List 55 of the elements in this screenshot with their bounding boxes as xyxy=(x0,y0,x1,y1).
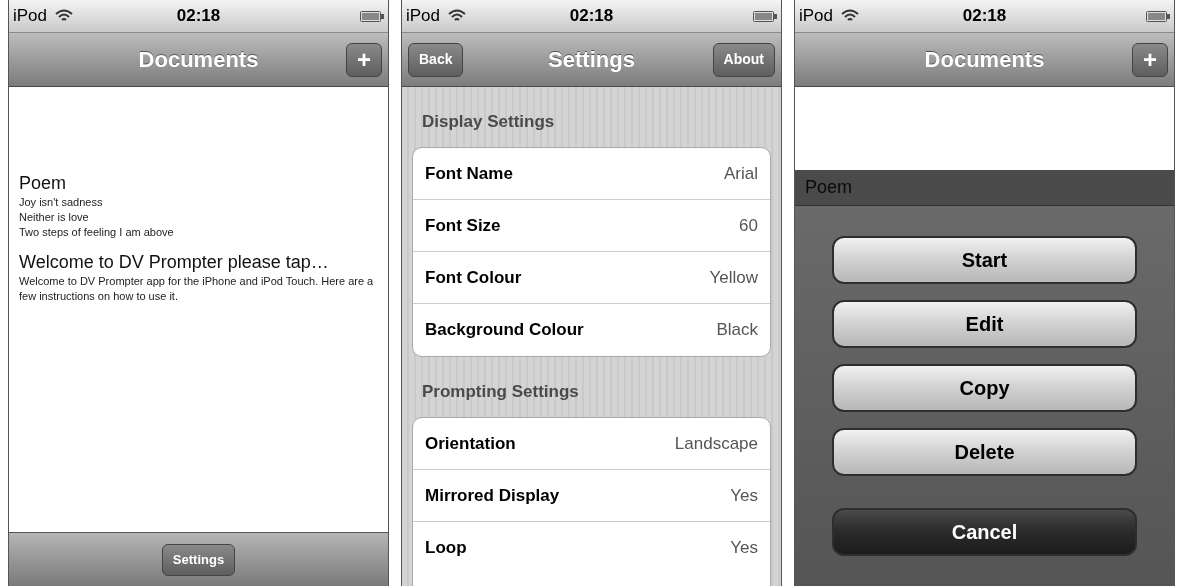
section-header: Display Settings xyxy=(422,111,555,134)
wifi-icon xyxy=(841,9,860,23)
settings-row[interactable]: Font Colour Yellow xyxy=(413,252,770,304)
settings-row[interactable]: Background Colour Black xyxy=(413,304,770,356)
settings-row[interactable]: Font Name Arial xyxy=(413,148,770,200)
setting-value: Landscape xyxy=(674,432,758,455)
settings-button[interactable]: Settings xyxy=(161,543,236,576)
clock-time: 02:18 xyxy=(176,5,221,28)
action-button[interactable]: Cancel xyxy=(832,508,1137,556)
carrier-label: iPod xyxy=(406,5,441,28)
setting-label: Font Name xyxy=(425,162,513,185)
action-button[interactable]: Delete xyxy=(832,428,1137,476)
section-header: Prompting Settings xyxy=(422,381,579,404)
document-title[interactable]: Welcome to DV Prompter please tap… xyxy=(19,250,378,274)
document-preview: Joy isn't sadness xyxy=(19,195,104,210)
action-button[interactable]: Start xyxy=(832,236,1137,284)
setting-label: Font Size xyxy=(425,214,501,237)
setting-label: Font Colour xyxy=(425,266,522,289)
setting-value: Yellow xyxy=(709,266,758,289)
screen-title: Documents xyxy=(138,46,259,74)
setting-value: Black xyxy=(716,319,758,342)
setting-value: 60 xyxy=(739,214,758,237)
action-button[interactable]: Copy xyxy=(832,364,1137,412)
battery-icon xyxy=(753,10,777,22)
setting-label: Background Colour xyxy=(425,319,584,342)
nav-button[interactable]: + xyxy=(346,42,382,77)
setting-value: Arial xyxy=(724,162,758,185)
setting-value: Yes xyxy=(730,537,758,560)
nav-button[interactable]: + xyxy=(1132,42,1168,77)
wifi-icon xyxy=(448,9,467,23)
document-preview: Welcome to DV Prompter app for the iPhone and iPod Touch. Here are a few instructions on how to use it. xyxy=(19,274,375,304)
setting-value: Yes xyxy=(730,484,758,507)
setting-label: Mirrored Display xyxy=(425,484,560,507)
carrier-label: iPod xyxy=(799,5,834,28)
settings-row[interactable]: Font Size 60 xyxy=(413,200,770,252)
settings-row[interactable]: Loop Yes xyxy=(413,522,770,574)
document-preview: Neither is love xyxy=(19,210,90,225)
battery-icon xyxy=(1146,10,1170,22)
action-button[interactable]: Edit xyxy=(832,300,1137,348)
wifi-icon xyxy=(55,9,74,23)
document-title[interactable]: Poem xyxy=(19,171,378,195)
document-title: Poem xyxy=(805,176,853,199)
carrier-label: iPod xyxy=(13,5,48,28)
battery-icon xyxy=(360,10,384,22)
nav-button[interactable]: Back xyxy=(408,42,464,77)
setting-label: Loop xyxy=(425,537,467,560)
nav-button[interactable]: About xyxy=(712,42,775,77)
screen-title: Documents xyxy=(924,46,1045,74)
clock-time: 02:18 xyxy=(569,5,614,28)
setting-label: Orientation xyxy=(425,432,516,455)
settings-row[interactable]: Orientation Landscape xyxy=(413,418,770,470)
screen-title: Settings xyxy=(548,46,635,74)
settings-row[interactable]: Mirrored Display Yes xyxy=(413,470,770,522)
document-preview: Two steps of feeling I am above xyxy=(19,225,175,240)
clock-time: 02:18 xyxy=(962,5,1007,28)
